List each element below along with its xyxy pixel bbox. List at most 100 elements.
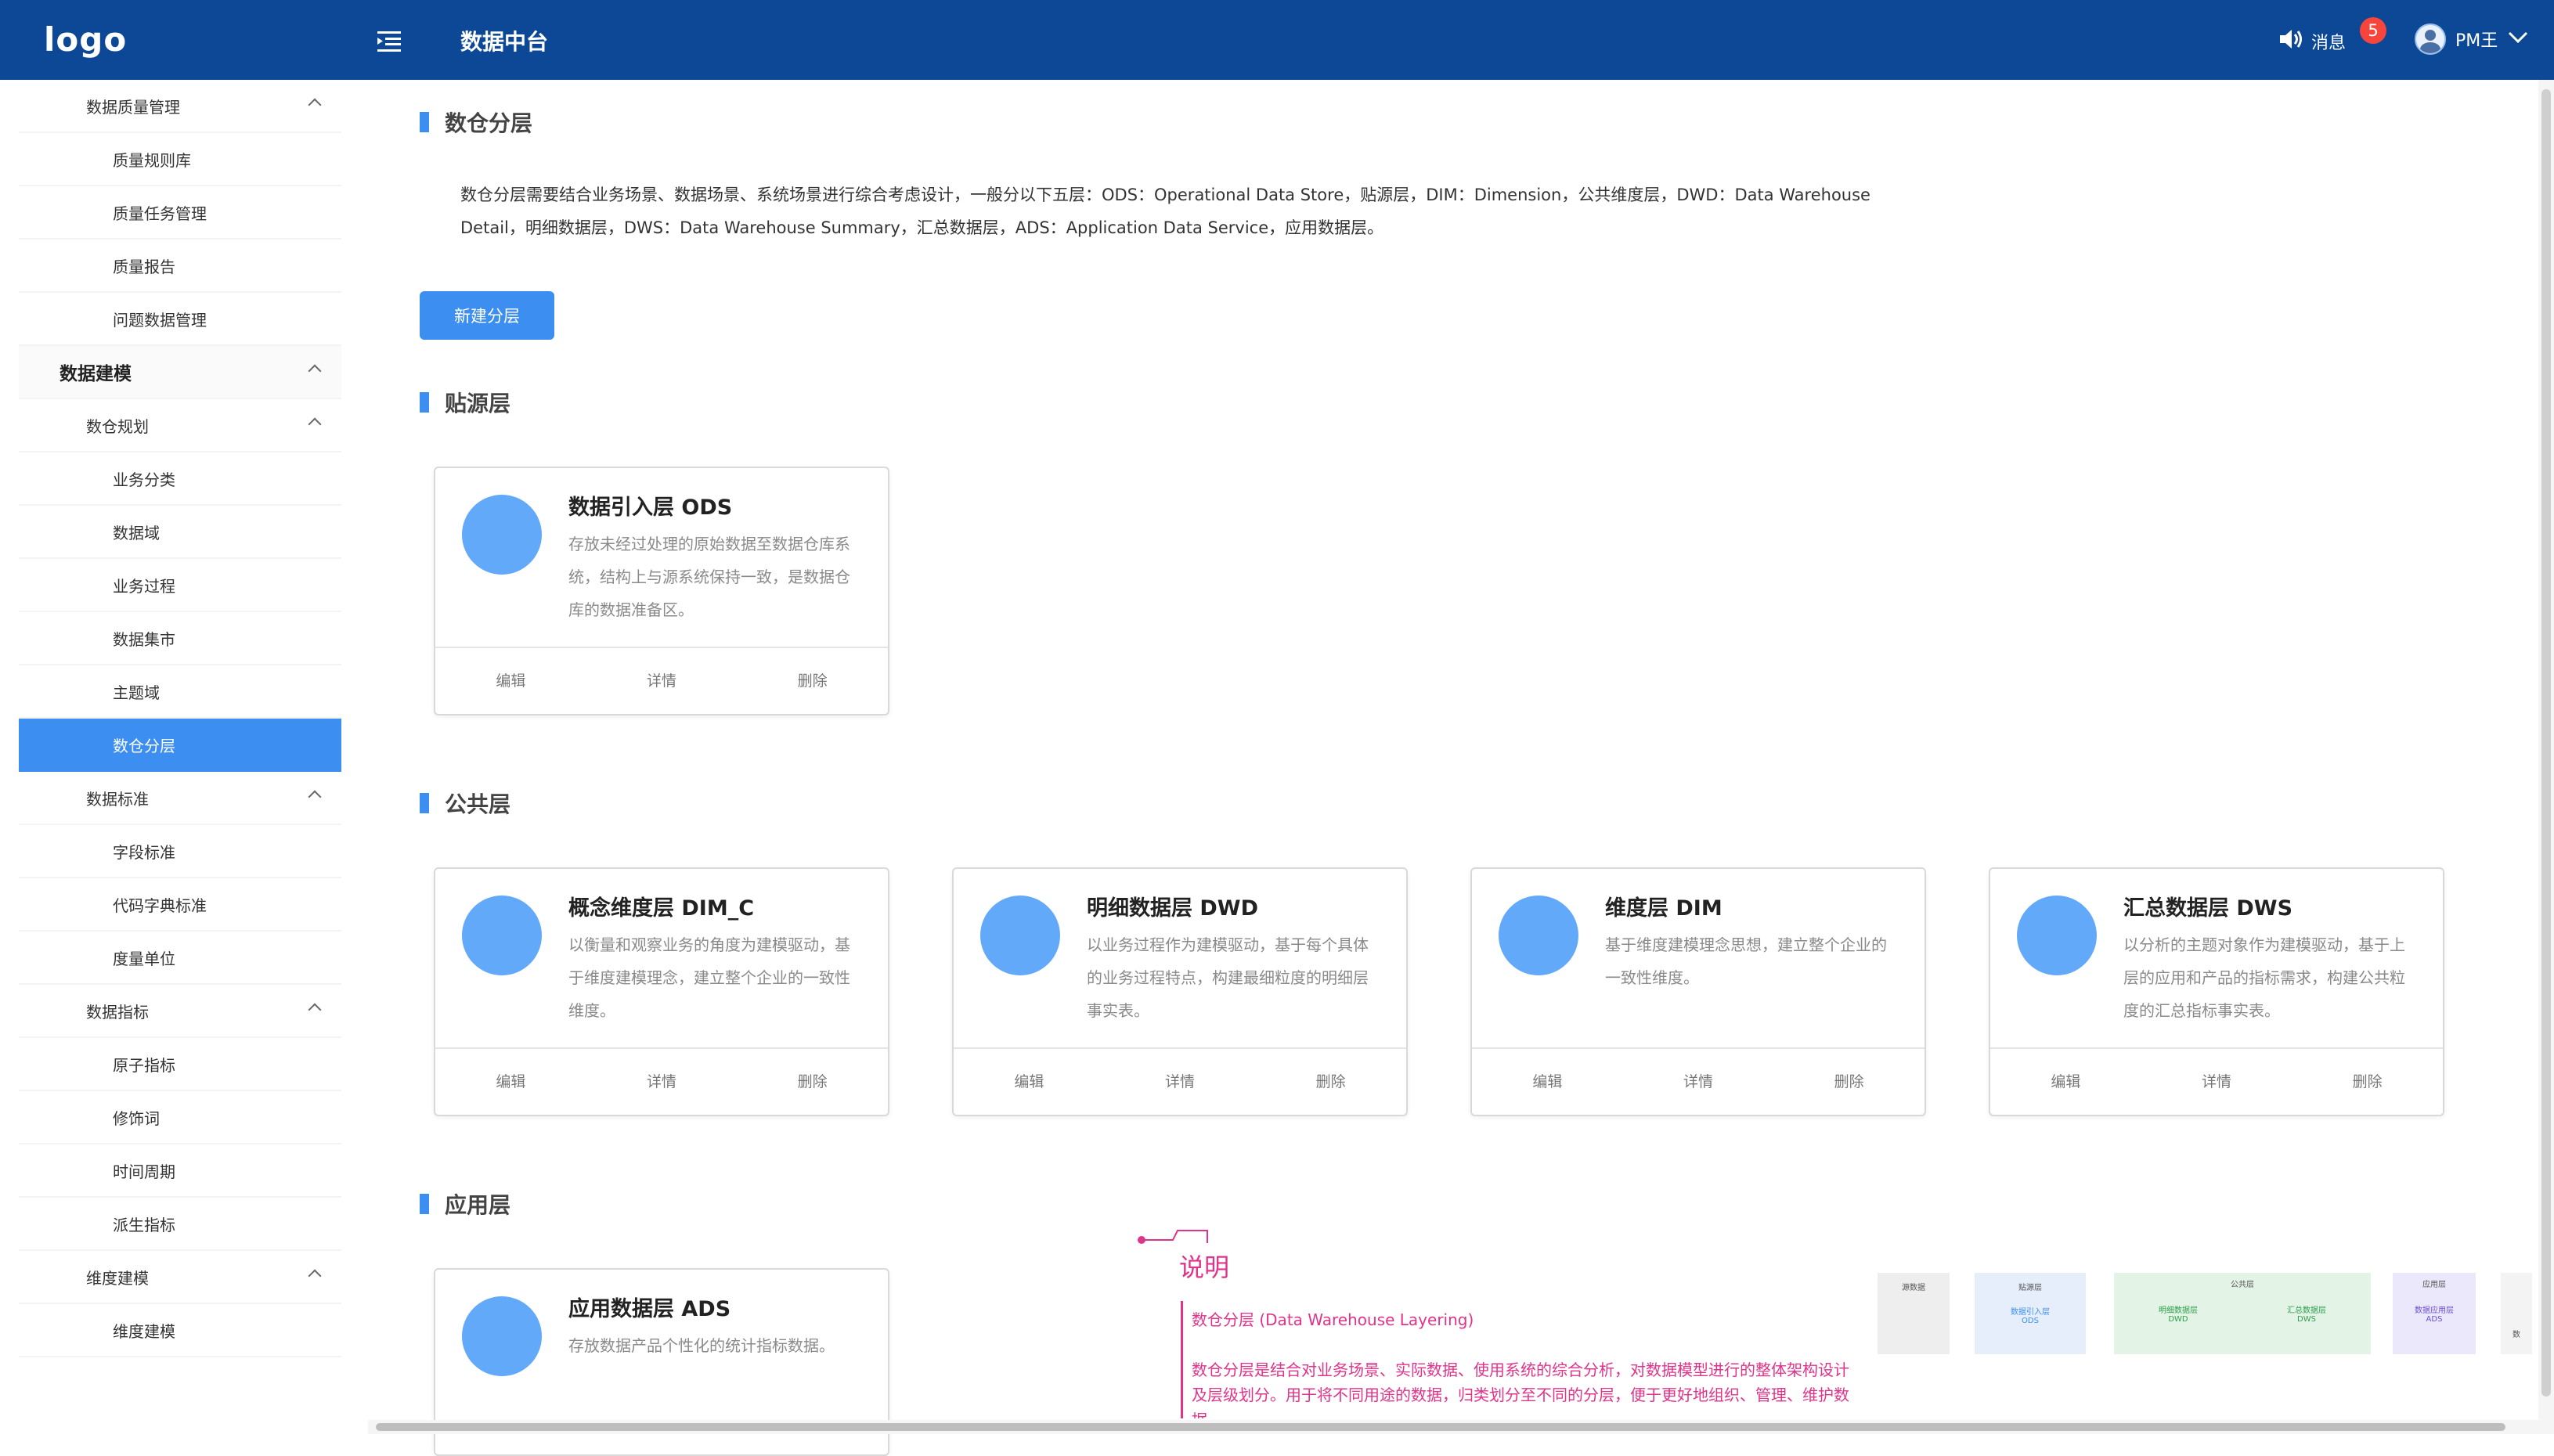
chevron-up-icon xyxy=(308,1003,322,1017)
card-description: 基于维度建模理念思想，建立整个企业的一致性维度。 xyxy=(1605,935,1887,987)
card-actions: 编辑 详情 删除 xyxy=(1990,1047,2443,1115)
layer-card-dwd: 明细数据层 DWD 以业务过程作为建模驱动，基于每个具体的业务过程特点，构建最细… xyxy=(952,867,1408,1116)
card-actions: 编辑 详情 删除 xyxy=(1472,1047,1925,1115)
sidebar-item-units[interactable]: 度量单位 xyxy=(19,932,341,985)
diagram-label: 贴源层 xyxy=(2018,1284,2042,1292)
section-title-common: 公共层 xyxy=(420,787,510,819)
section-marker xyxy=(420,392,429,413)
edit-button[interactable]: 编辑 xyxy=(954,1049,1105,1115)
sidebar-item-quality-tasks[interactable]: 质量任务管理 xyxy=(19,186,341,240)
detail-button[interactable]: 详情 xyxy=(2141,1049,2292,1115)
sidebar-item-label: 数据域 xyxy=(113,523,160,542)
sidebar-item-field-standard[interactable]: 字段标准 xyxy=(19,825,341,878)
edit-button[interactable]: 编辑 xyxy=(1472,1049,1623,1115)
sidebar-item-data-modeling[interactable]: 数据建模 xyxy=(19,346,341,399)
sidebar-item-label: 时间周期 xyxy=(113,1162,175,1181)
sidebar-item-business-category[interactable]: 业务分类 xyxy=(19,452,341,506)
annotation-bar xyxy=(1181,1301,1183,1418)
sidebar-item-quality-report[interactable]: 质量报告 xyxy=(19,240,341,293)
diagram-ads-box: 应用层 数据应用层 ADS xyxy=(2393,1273,2476,1354)
diagram-label: ODS xyxy=(2022,1317,2039,1325)
sidebar-item-modifier[interactable]: 修饰词 xyxy=(19,1091,341,1144)
sidebar-item-label: 质量报告 xyxy=(113,257,175,276)
section-title-source: 贴源层 xyxy=(420,387,510,418)
sidebar-item-quality-mgmt[interactable]: 数据质量管理 xyxy=(19,80,341,133)
section-marker xyxy=(420,793,429,813)
chevron-up-icon xyxy=(308,98,322,112)
card-title: 维度层 DIM xyxy=(1605,896,1723,921)
user-menu[interactable]: PM王 xyxy=(2415,23,2529,55)
sidebar-item-data-standard[interactable]: 数据标准 xyxy=(19,772,341,825)
sidebar-item-data-mart[interactable]: 数据集市 xyxy=(19,612,341,665)
layer-card-dws: 汇总数据层 DWS 以分析的主题对象作为建模驱动，基于上层的应用和产品的指标需求… xyxy=(1989,867,2444,1116)
delete-button[interactable]: 删除 xyxy=(1255,1049,1406,1115)
logo[interactable]: logo xyxy=(44,20,127,59)
delete-button[interactable]: 删除 xyxy=(2292,1049,2443,1115)
layer-icon xyxy=(2017,896,2097,975)
messages-button[interactable]: 消息 xyxy=(2278,27,2346,56)
sidebar-item-subject-domain[interactable]: 主题域 xyxy=(19,665,341,719)
speaker-icon xyxy=(2278,27,2305,56)
sidebar-item-label: 数据建模 xyxy=(60,364,132,384)
edit-button[interactable]: 编辑 xyxy=(435,1049,586,1115)
sidebar-item-label: 问题数据管理 xyxy=(113,310,207,330)
menu-toggle-icon[interactable] xyxy=(376,28,404,53)
sidebar-item-label: 数据指标 xyxy=(86,1002,149,1022)
card-actions: 编辑 详情 删除 xyxy=(435,1047,888,1115)
new-layer-button[interactable]: 新建分层 xyxy=(420,291,554,340)
sidebar-item-dimension-modeling-sub[interactable]: 维度建模 xyxy=(19,1304,341,1357)
section-title-text: 应用层 xyxy=(445,1192,511,1218)
sidebar-item-data-domain[interactable]: 数据域 xyxy=(19,506,341,559)
page-title-text: 数仓分层 xyxy=(445,110,533,136)
card-title: 数据引入层 ODS xyxy=(568,496,733,520)
diagram-label: 源数据 xyxy=(1902,1284,1925,1292)
horizontal-scrollbar[interactable] xyxy=(368,1420,2538,1434)
card-actions: 编辑 详情 删除 xyxy=(435,647,888,714)
sidebar-item-dw-planning[interactable]: 数仓规划 xyxy=(19,399,341,452)
detail-button[interactable]: 详情 xyxy=(586,1049,738,1115)
sidebar-item-dw-layering[interactable]: 数仓分层 xyxy=(19,719,341,772)
card-description: 以衡量和观察业务的角度为建模驱动，基于维度建模理念，建立整个企业的一致性维度。 xyxy=(568,935,850,1020)
top-bar: logo 数据中台 消息 5 PM王 xyxy=(0,0,2554,80)
vertical-scrollbar[interactable] xyxy=(2538,80,2554,1434)
sidebar-item-quality-rules[interactable]: 质量规则库 xyxy=(19,133,341,186)
delete-button[interactable]: 删除 xyxy=(1773,1049,1925,1115)
detail-button[interactable]: 详情 xyxy=(1623,1049,1774,1115)
section-title-app: 应用层 xyxy=(420,1188,510,1220)
sidebar-item-label: 业务过程 xyxy=(113,576,175,596)
main-content: 数仓分层 数仓分层需要结合业务场景、数据场景、系统场景进行综合考虑设计，一般分以… xyxy=(368,80,2537,1456)
scrollbar-thumb[interactable] xyxy=(376,1423,2505,1431)
layer-card-dim-c: 概念维度层 DIM_C 以衡量和观察业务的角度为建模驱动，基于维度建模理念，建立… xyxy=(434,867,889,1116)
sidebar-item-problem-data[interactable]: 问题数据管理 xyxy=(19,293,341,346)
detail-button[interactable]: 详情 xyxy=(586,648,738,714)
sidebar-item-label: 数据质量管理 xyxy=(86,97,180,117)
sidebar-item-derived-metric[interactable]: 派生指标 xyxy=(19,1198,341,1251)
section-title-text: 公共层 xyxy=(445,791,511,817)
card-actions: 编辑 详情 删除 xyxy=(954,1047,1406,1115)
chevron-down-icon xyxy=(2507,29,2529,49)
delete-button[interactable]: 删除 xyxy=(737,648,888,714)
diagram-label: 应用层 xyxy=(2422,1281,2446,1289)
sidebar-item-label: 修饰词 xyxy=(113,1108,160,1128)
edit-button[interactable]: 编辑 xyxy=(1990,1049,2141,1115)
layer-icon xyxy=(462,896,542,975)
sidebar-item-label: 派生指标 xyxy=(113,1215,175,1234)
sidebar-item-label: 数仓分层 xyxy=(113,736,175,755)
sidebar-item-data-metrics[interactable]: 数据指标 xyxy=(19,985,341,1038)
card-title: 概念维度层 DIM_C xyxy=(568,896,755,921)
scrollbar-thumb[interactable] xyxy=(2541,89,2551,1397)
sidebar-item-dimension-modeling[interactable]: 维度建模 xyxy=(19,1251,341,1304)
card-title: 应用数据层 ADS xyxy=(568,1297,731,1321)
page-title: 数仓分层 xyxy=(420,106,532,138)
sidebar-item-label: 字段标准 xyxy=(113,842,175,862)
sidebar-item-code-dict[interactable]: 代码字典标准 xyxy=(19,878,341,932)
detail-button[interactable]: 详情 xyxy=(1105,1049,1256,1115)
diagram-label: 数据应用层 xyxy=(2415,1306,2454,1315)
sidebar-item-business-process[interactable]: 业务过程 xyxy=(19,559,341,612)
delete-button[interactable]: 删除 xyxy=(737,1049,888,1115)
sidebar-item-label: 质量规则库 xyxy=(113,150,191,170)
sidebar-item-time-period[interactable]: 时间周期 xyxy=(19,1144,341,1198)
diagram-common-box: 公共层 明细数据层 DWD 汇总数据层 DWS xyxy=(2114,1273,2371,1354)
sidebar-item-atomic-metric[interactable]: 原子指标 xyxy=(19,1038,341,1091)
edit-button[interactable]: 编辑 xyxy=(435,648,586,714)
